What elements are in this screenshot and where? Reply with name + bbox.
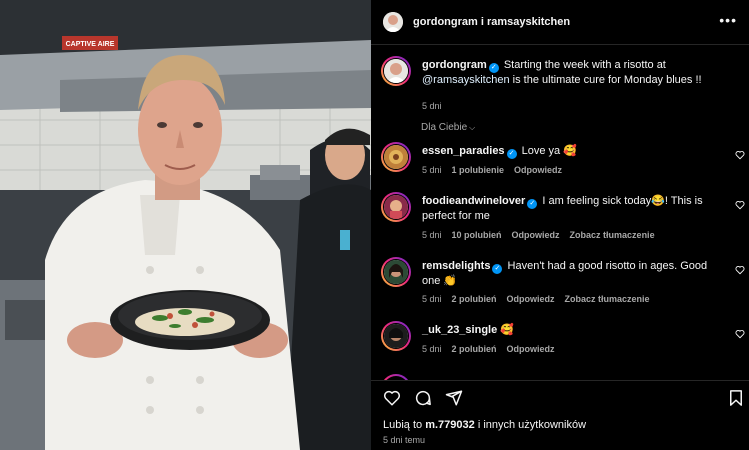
comment-time[interactable]: 5 dni	[422, 165, 442, 175]
caption-text: gordongram ✓ Starting the week with a ris…	[422, 58, 722, 88]
comment-sort-label: Dla Ciebie	[421, 122, 468, 133]
comment-sort-dropdown[interactable]: Dla Ciebie ⌵	[421, 122, 475, 133]
comment-body: Love ya 🥰	[521, 145, 577, 157]
post-action-bar	[371, 380, 749, 414]
caption-body-start: Starting the week with a risotto at	[503, 59, 666, 71]
comment-username[interactable]: essen_paradies	[422, 145, 505, 157]
likes-suffix[interactable]: i innych użytkowników	[478, 419, 586, 431]
post-side-panel: gordongram i ramsayskitchen ••• gordongr…	[371, 0, 749, 450]
comment-username[interactable]: foodieandwinelover	[422, 195, 525, 207]
comment-text: foodieandwinelover ✓ I am feeling sick to…	[422, 194, 722, 224]
verified-badge-icon: ✓	[488, 63, 499, 73]
chef-photo-illustration: CAPTIVE AIRE	[0, 0, 371, 450]
see-translation-button[interactable]: Zobacz tłumaczenie	[570, 230, 655, 240]
chevron-down-icon: ⌵	[469, 123, 476, 132]
likes-user-link[interactable]: m.779032	[425, 419, 475, 431]
comment-text: _uk_23_single 🥰	[422, 323, 722, 338]
verified-badge-icon: ✓	[527, 199, 538, 209]
more-options-icon[interactable]: •••	[719, 13, 737, 27]
comment-likes-count[interactable]: 2 polubień	[452, 344, 497, 354]
comment-meta: 5 dni 2 polubień Odpowiedz Zobacz tłumac…	[422, 294, 650, 304]
comment-avatar[interactable]	[381, 142, 411, 172]
comment-avatar[interactable]	[381, 192, 411, 222]
comment-like-heart-icon[interactable]	[735, 200, 745, 210]
comment-reply-button[interactable]: Odpowiedz	[507, 344, 555, 354]
comment-avatar[interactable]	[381, 321, 411, 351]
comment-reply-button[interactable]: Odpowiedz	[507, 294, 555, 304]
comment-likes-count[interactable]: 10 polubień	[452, 230, 502, 240]
comment-time[interactable]: 5 dni	[422, 230, 442, 240]
comment-icon[interactable]	[414, 389, 432, 407]
comment-like-heart-icon[interactable]	[735, 265, 745, 275]
comment-like-heart-icon[interactable]	[735, 329, 745, 339]
post-photo[interactable]: CAPTIVE AIRE	[0, 0, 371, 450]
caption-username[interactable]: gordongram	[422, 59, 487, 71]
header-avatar[interactable]	[383, 12, 403, 32]
header-title[interactable]: gordongram i ramsayskitchen	[413, 16, 570, 28]
caption-timestamp[interactable]: 5 dni	[422, 101, 442, 111]
comment-meta: 5 dni 10 polubień Odpowiedz Zobacz tłuma…	[422, 230, 655, 240]
post-header: gordongram i ramsayskitchen •••	[371, 0, 749, 45]
comment-meta: 5 dni 1 polubienie Odpowiedz	[422, 165, 562, 175]
post-timestamp[interactable]: 5 dni temu	[383, 435, 425, 445]
comment-username[interactable]: remsdelights	[422, 260, 490, 272]
caption-mention-link[interactable]: @ramsayskitchen	[422, 74, 510, 86]
comments-scroll-area[interactable]: gordongram ✓ Starting the week with a ris…	[371, 46, 749, 380]
see-translation-button[interactable]: Zobacz tłumaczenie	[565, 294, 650, 304]
verified-badge-icon: ✓	[492, 264, 503, 274]
caption-avatar[interactable]	[381, 56, 411, 86]
send-icon[interactable]	[445, 389, 463, 407]
comment-text: essen_paradies ✓ Love ya 🥰	[422, 144, 722, 159]
comment-reply-button[interactable]: Odpowiedz	[512, 230, 560, 240]
comment-like-heart-icon[interactable]	[735, 150, 745, 160]
captiveaire-sign: CAPTIVE AIRE	[66, 41, 115, 48]
comment-likes-count[interactable]: 2 polubień	[452, 294, 497, 304]
comment-body: 🥰	[500, 324, 514, 336]
comment-avatar[interactable]	[381, 257, 411, 287]
comment-text: remsdelights ✓ Haven't had a good risotto…	[422, 259, 722, 289]
comment-username[interactable]: _uk_23_single	[422, 324, 497, 336]
comment-likes-count[interactable]: 1 polubienie	[452, 165, 505, 175]
verified-badge-icon: ✓	[506, 149, 517, 159]
likes-prefix: Lubią to	[383, 419, 423, 431]
comment-time[interactable]: 5 dni	[422, 294, 442, 304]
comment-meta: 5 dni 2 polubień Odpowiedz	[422, 344, 555, 354]
caption-body-end: is the ultimate cure for Monday blues !!	[512, 74, 702, 86]
bookmark-icon[interactable]	[727, 389, 745, 407]
heart-icon[interactable]	[383, 389, 401, 407]
comment-time[interactable]: 5 dni	[422, 344, 442, 354]
comment-reply-button[interactable]: Odpowiedz	[514, 165, 562, 175]
likes-summary: Lubią to m.779032 i innych użytkowników	[383, 419, 586, 431]
